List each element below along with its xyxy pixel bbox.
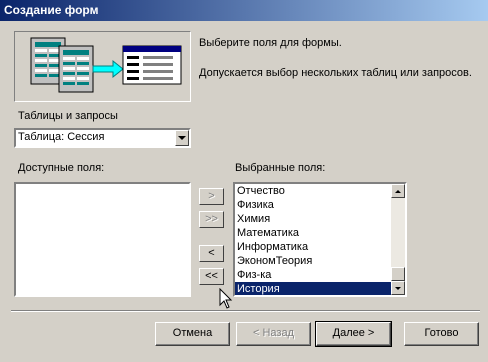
selected-fields-label: Выбранные поля: — [235, 162, 326, 174]
selected-field-item[interactable]: Химия — [235, 212, 391, 226]
selected-field-item[interactable]: Информатика — [235, 240, 391, 254]
cancel-button[interactable]: Отмена — [155, 322, 230, 346]
available-fields-label: Доступные поля: — [18, 162, 105, 174]
source-select[interactable]: Таблица: Сессия — [14, 128, 191, 148]
available-fields-list[interactable] — [14, 182, 191, 297]
combo-arrow-icon[interactable] — [175, 130, 189, 146]
source-label: Таблицы и запросы — [18, 110, 118, 122]
scroll-thumb[interactable] — [391, 267, 405, 281]
footer-separator — [11, 310, 480, 312]
selected-fields-scrollbar[interactable] — [391, 184, 405, 295]
add-all-fields-button[interactable]: >> — [199, 211, 224, 228]
selected-field-item[interactable]: История — [235, 282, 391, 295]
selected-field-item[interactable]: Отчество — [235, 184, 391, 198]
selected-field-item[interactable]: Математика — [235, 226, 391, 240]
add-field-button[interactable]: > — [199, 188, 224, 205]
remove-field-button[interactable]: < — [199, 245, 224, 262]
dialog-title: Создание форм — [0, 0, 488, 21]
scroll-up-icon[interactable] — [391, 184, 405, 198]
back-button[interactable]: < Назад — [236, 322, 311, 346]
source-select-value: Таблица: Сессия — [18, 131, 105, 143]
next-button[interactable]: Далее > — [315, 321, 392, 347]
selected-field-item[interactable]: Физика — [235, 198, 391, 212]
mouse-cursor-icon — [219, 288, 233, 309]
selected-field-item[interactable]: ЭкономТеория — [235, 254, 391, 268]
finish-button[interactable]: Готово — [404, 322, 479, 346]
selected-field-item[interactable]: Физ-ка — [235, 268, 391, 282]
form-wizard-illustration-icon — [30, 37, 182, 93]
form-wizard-illustration — [14, 31, 191, 102]
selected-fields-list[interactable]: Отчество Физика Химия Математика Информатика… — [233, 182, 407, 297]
scroll-down-icon[interactable] — [391, 281, 405, 295]
intro-line-2: Допускается выбор нескольких таблиц или … — [199, 67, 472, 79]
form-wizard-dialog: Создание форм Выберите поля для формы. Д… — [0, 0, 488, 362]
remove-all-fields-button[interactable]: << — [199, 268, 224, 285]
intro-line-1: Выберите поля для формы. — [199, 37, 342, 49]
selected-fields-items: Отчество Физика Химия Математика Информатика… — [235, 184, 391, 295]
